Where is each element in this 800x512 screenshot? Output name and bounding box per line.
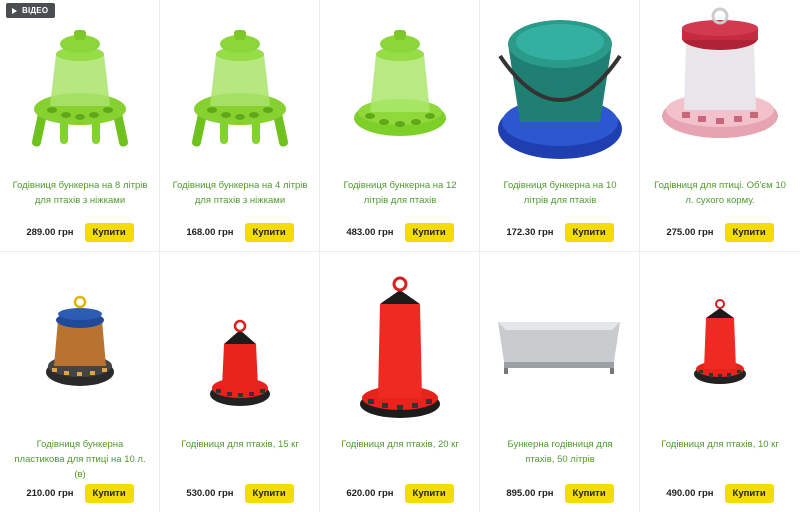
product-title[interactable]: Годівниця бункерна на 10 літрів для птах… xyxy=(492,178,628,208)
bucket-feeder-icon[interactable] xyxy=(480,4,640,164)
buy-button[interactable]: Купити xyxy=(84,223,134,242)
product-card[interactable]: Годівниця бункерна на 12 літрів для птах… xyxy=(320,0,480,252)
product-price: 168.00 грн xyxy=(186,227,234,238)
price-row: 275.00 грн Купити xyxy=(640,223,800,242)
product-grid: Годівниця бункерна на 8 літрів для птахі… xyxy=(0,0,800,512)
red-tall-feeder-icon[interactable] xyxy=(320,266,480,426)
product-card[interactable]: Годівниця бункерна пластикова для птиці … xyxy=(0,252,160,512)
product-title[interactable]: Бункерна годівниця для птахів, 50 літрів xyxy=(492,437,628,467)
product-card[interactable]: Годівниця для птиці. Об'єм 10 л. сухого … xyxy=(640,0,800,252)
buy-button[interactable]: Купити xyxy=(404,484,454,503)
product-price: 275.00 грн xyxy=(666,227,714,238)
price-row: 168.00 грн Купити xyxy=(160,223,320,242)
buy-button[interactable]: Купити xyxy=(724,223,774,242)
trough-feeder-icon[interactable] xyxy=(480,274,640,434)
price-row: 895.00 грн Купити xyxy=(480,484,640,503)
buy-button[interactable]: Купити xyxy=(244,484,294,503)
product-card[interactable]: Годівниця бункерна на 8 літрів для птахі… xyxy=(0,0,160,252)
product-price: 895.00 грн xyxy=(506,488,554,499)
play-icon xyxy=(12,7,17,14)
video-badge-label: ВІДЕО xyxy=(22,6,49,15)
product-title[interactable]: Годівниця для птахів, 15 кг xyxy=(172,437,308,452)
price-row: 210.00 грн Купити xyxy=(0,484,160,503)
buy-button[interactable]: Купити xyxy=(564,223,614,242)
buy-button[interactable]: Купити xyxy=(244,223,294,242)
product-price: 483.00 грн xyxy=(346,227,394,238)
price-row: 483.00 грн Купити xyxy=(320,223,480,242)
buy-button[interactable]: Купити xyxy=(404,223,454,242)
price-row: 620.00 грн Купити xyxy=(320,484,480,503)
price-row: 530.00 грн Купити xyxy=(160,484,320,503)
product-price: 210.00 грн xyxy=(26,488,74,499)
product-price: 490.00 грн xyxy=(666,488,714,499)
product-title[interactable]: Годівниця бункерна пластикова для птиці … xyxy=(12,437,148,482)
product-title[interactable]: Годівниця для птахів, 20 кг xyxy=(332,437,468,452)
pink-feeder-icon[interactable] xyxy=(640,4,800,164)
product-price: 289.00 грн xyxy=(26,227,74,238)
price-row: 172.30 грн Купити xyxy=(480,223,640,242)
product-card[interactable]: Бункерна годівниця для птахів, 50 літрів… xyxy=(480,252,640,512)
product-title[interactable]: Годівниця бункерна на 4 літрів для птахі… xyxy=(172,178,308,208)
product-title[interactable]: Годівниця бункерна на 12 літрів для птах… xyxy=(332,178,468,208)
product-price: 172.30 грн xyxy=(506,227,554,238)
video-badge[interactable]: ВІДЕО xyxy=(6,3,56,18)
product-card[interactable]: Годівниця для птахів, 20 кг 620.00 грн К… xyxy=(320,252,480,512)
product-title[interactable]: Годівниця для птахів, 10 кг xyxy=(652,437,788,452)
price-row: 289.00 грн Купити xyxy=(0,223,160,242)
product-price: 620.00 грн xyxy=(346,488,394,499)
product-price: 530.00 грн xyxy=(186,488,234,499)
product-card[interactable]: Годівниця для птахів, 10 кг 490.00 грн К… xyxy=(640,252,800,512)
buy-button[interactable]: Купити xyxy=(84,484,134,503)
product-title[interactable]: Годівниця для птиці. Об'єм 10 л. сухого … xyxy=(652,178,788,208)
buy-button[interactable]: Купити xyxy=(564,484,614,503)
buy-button[interactable]: Купити xyxy=(724,484,774,503)
green-feeder-legs-icon[interactable] xyxy=(160,14,320,174)
product-title[interactable]: Годівниця бункерна на 8 літрів для птахі… xyxy=(12,178,148,208)
product-card[interactable]: Годівниця для птахів, 15 кг 530.00 грн К… xyxy=(160,252,320,512)
green-feeder-icon[interactable] xyxy=(320,14,480,174)
product-card[interactable]: Годівниця бункерна на 10 літрів для птах… xyxy=(480,0,640,252)
price-row: 490.00 грн Купити xyxy=(640,484,800,503)
product-card[interactable]: Годівниця бункерна на 4 літрів для птахі… xyxy=(160,0,320,252)
red-feeder-icon[interactable] xyxy=(160,274,320,434)
red-small-feeder-icon[interactable] xyxy=(640,274,800,434)
brown-feeder-icon[interactable] xyxy=(0,274,160,434)
green-feeder-legs-icon[interactable] xyxy=(0,14,160,174)
